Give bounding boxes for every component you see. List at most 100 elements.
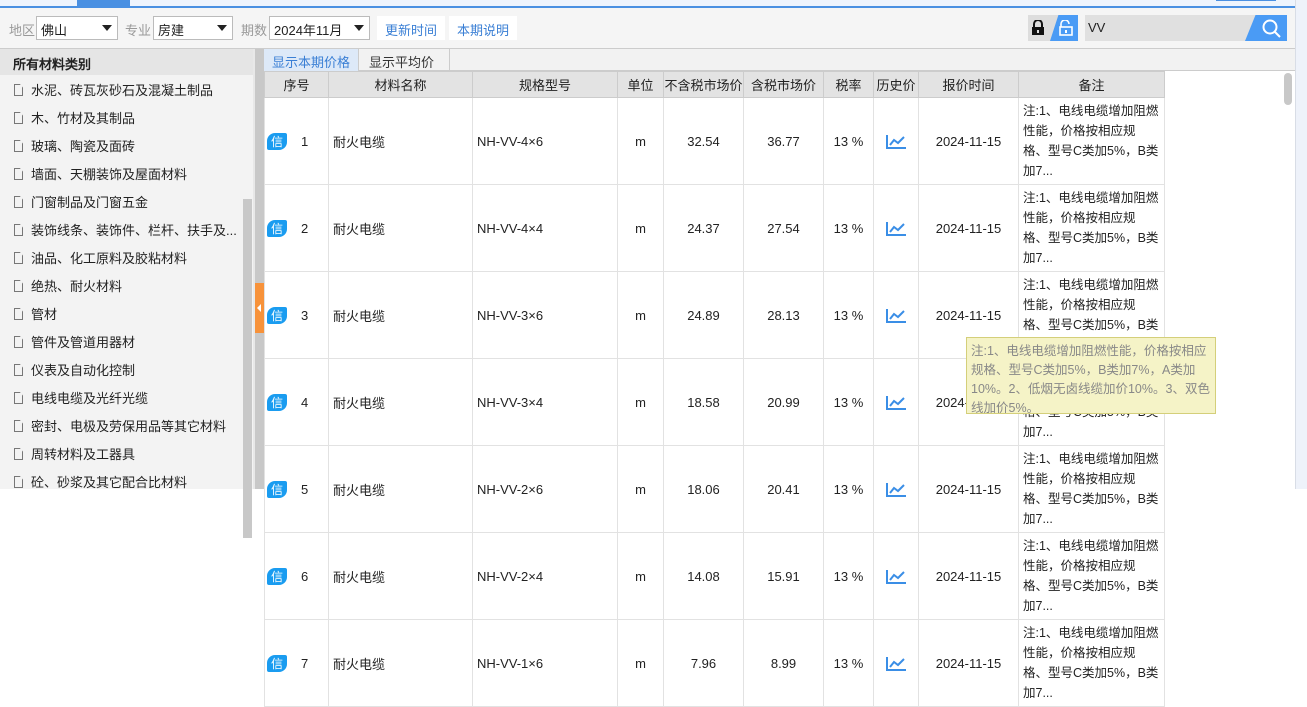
tax-rate: 13 % [823,184,874,272]
sidebar-item[interactable]: 管材 [0,299,243,327]
table-row[interactable]: 信7 耐火电缆 NH-VV-1×6 m 7.96 8.99 13 % 2024-… [264,619,1165,707]
quote-date: 2024-11-15 [918,184,1019,272]
collapse-sidebar-handle[interactable] [255,283,264,333]
region-select[interactable]: 佛山 [36,16,118,40]
table-row[interactable]: 信6 耐火电缆 NH-VV-2×4 m 14.08 15.91 13 % 202… [264,532,1165,620]
sidebar-item-label: 电线电缆及光纤光缆 [31,391,149,406]
sidebar-item[interactable]: 密封、电极及劳保用品等其它材料 [0,411,243,439]
column-header[interactable]: 税率 [823,71,874,98]
remark[interactable]: 注:1、电线电缆增加阻燃性能，价格按相应规格、型号C类加5%，B类加7... [1018,532,1165,620]
sidebar-item[interactable]: 装饰线条、装饰件、栏杆、扶手及... [0,215,243,243]
trend-chart-icon[interactable] [886,656,906,671]
trend-chart-icon[interactable] [886,134,906,149]
history-price-cell[interactable] [873,184,919,272]
trend-chart-icon[interactable] [886,569,906,584]
sidebar-item[interactable]: 仪表及自动化控制 [0,355,243,383]
region-value: 佛山 [41,23,68,38]
trend-chart-icon[interactable] [886,308,906,323]
sidebar-item-label: 玻璃、陶瓷及面砖 [31,139,136,154]
document-icon [14,336,23,348]
sidebar-item[interactable]: 电线电缆及光纤光缆 [0,383,243,411]
history-price-cell[interactable] [873,271,919,359]
sidebar-scrollbar[interactable] [243,199,252,538]
sidebar-item[interactable]: 砼、砂浆及其它配合比材料 [0,467,243,495]
info-badge[interactable]: 信 [267,306,288,324]
scrollbar-thumb[interactable] [1284,73,1292,105]
column-header[interactable]: 历史价 [873,71,919,98]
table-scrollbar[interactable] [1283,71,1293,489]
sidebar-item[interactable]: 玻璃、陶瓷及面砖 [0,131,243,159]
trend-chart-icon[interactable] [886,482,906,497]
spec-model: NH-VV-3×6 [472,271,618,359]
active-nav-tab[interactable] [77,0,130,6]
sidebar-item-label: 门窗制品及门窗五金 [31,195,149,210]
lock-icon[interactable] [1031,20,1045,36]
material-name: 耐火电缆 [328,532,473,620]
sidebar-item[interactable]: 木、竹材及其制品 [0,103,243,131]
period-value: 2024年11月 [274,23,343,38]
column-header[interactable]: 报价时间 [918,71,1019,98]
sidebar-item[interactable]: 绝热、耐火材料 [0,271,243,299]
top-nav-strip [0,0,1295,8]
info-badge[interactable]: 信 [267,480,288,498]
material-name: 耐火电缆 [328,97,473,185]
table-row[interactable]: 信2 耐火电缆 NH-VV-4×4 m 24.37 27.54 13 % 202… [264,184,1165,272]
price-ex-tax: 18.58 [663,358,744,446]
document-icon [14,448,23,460]
history-price-cell[interactable] [873,532,919,620]
material-name: 耐火电缆 [328,358,473,446]
remark[interactable]: 注:1、电线电缆增加阻燃性能，价格按相应规格、型号C类加5%，B类加7... [1018,97,1165,185]
price-inc-tax: 28.13 [743,271,824,359]
info-badge[interactable]: 信 [267,219,288,237]
history-price-cell[interactable] [873,619,919,707]
history-price-cell[interactable] [873,445,919,533]
column-header[interactable]: 备注 [1018,71,1165,98]
category-sidebar: 所有材料类别 水泥、砖瓦灰砂石及混凝土制品 木、竹材及其制品 玻璃、陶瓷及面砖 墙面、… [0,49,253,538]
sidebar-item[interactable]: 水泥、砖瓦灰砂石及混凝土制品 [0,75,243,103]
sidebar-item[interactable]: 油品、化工原料及胶粘材料 [0,243,243,271]
search-button[interactable] [1245,15,1287,41]
unlock-icon[interactable] [1058,20,1074,36]
sidebar-item[interactable]: 周转材料及工器具 [0,439,243,467]
table-row[interactable]: 信5 耐火电缆 NH-VV-2×6 m 18.06 20.41 13 % 202… [264,445,1165,533]
info-badge[interactable]: 信 [267,567,288,585]
remark[interactable]: 注:1、电线电缆增加阻燃性能，价格按相应规格、型号C类加5%，B类加7... [1018,619,1165,707]
document-icon [14,196,23,208]
tab-current-price[interactable]: 显示本期价格 [264,49,360,71]
remark[interactable]: 注:1、电线电缆增加阻燃性能，价格按相应规格、型号C类加5%，B类加7... [1018,184,1165,272]
lock-toggle[interactable] [1028,15,1078,41]
document-icon [14,392,23,404]
quote-date: 2024-11-15 [918,532,1019,620]
update-time-button[interactable]: 更新时间 [377,16,446,40]
column-header[interactable]: 单位 [617,71,664,98]
history-price-cell[interactable] [873,358,919,446]
history-price-cell[interactable] [873,97,919,185]
table-row[interactable]: 信1 耐火电缆 NH-VV-4×6 m 32.54 36.77 13 % 202… [264,97,1165,185]
info-badge[interactable]: 信 [267,132,288,150]
material-name: 耐火电缆 [328,619,473,707]
column-header[interactable]: 序号 [264,71,329,98]
tab-average-price[interactable]: 显示平均价 [354,49,451,71]
info-badge[interactable]: 信 [267,393,288,411]
sidebar-item[interactable]: 墙面、天棚装饰及屋面材料 [0,159,243,187]
unit: m [617,271,664,359]
column-header[interactable]: 不含税市场价 [663,71,744,98]
document-icon [14,308,23,320]
column-header[interactable]: 规格型号 [472,71,618,98]
info-badge[interactable]: 信 [267,654,288,672]
remark[interactable]: 注:1、电线电缆增加阻燃性能，价格按相应规格、型号C类加5%，B类加7... [1018,445,1165,533]
sidebar-item[interactable]: 管件及管道用器材 [0,327,243,355]
period-select[interactable]: 2024年11月 [269,16,370,40]
price-ex-tax: 18.06 [663,445,744,533]
trend-chart-icon[interactable] [886,395,906,410]
column-header[interactable]: 含税市场价 [743,71,824,98]
sidebar-item[interactable]: 门窗制品及门窗五金 [0,187,243,215]
column-header[interactable]: 材料名称 [328,71,473,98]
trend-chart-icon[interactable] [886,221,906,236]
major-select[interactable]: 房建 [153,16,233,40]
panel-splitter[interactable] [253,49,264,489]
search-input[interactable]: VV [1085,15,1287,41]
period-note-button[interactable]: 本期说明 [449,16,518,40]
unit: m [617,97,664,185]
document-icon [14,280,23,292]
